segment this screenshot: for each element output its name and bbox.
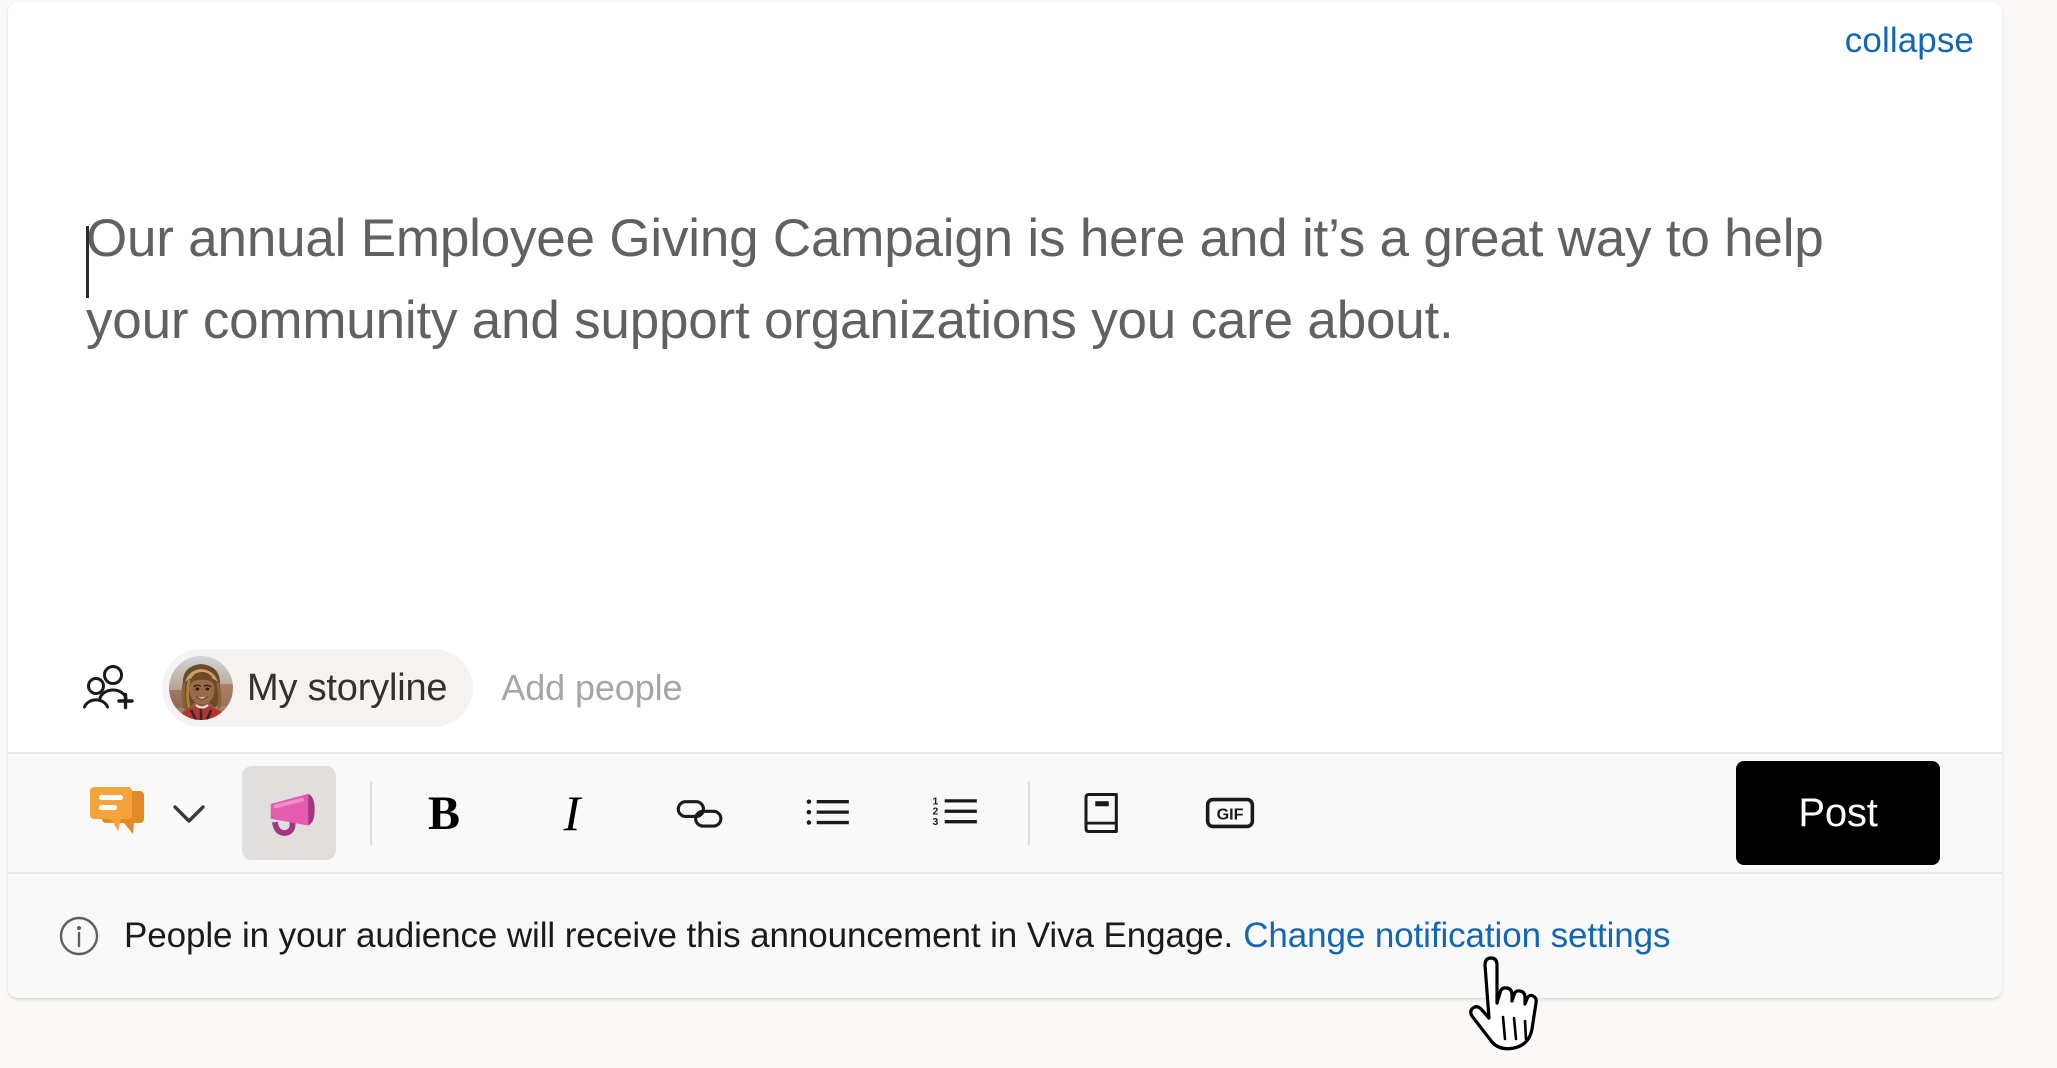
- notification-message-text: People in your audience will receive thi…: [124, 916, 1234, 955]
- message-text[interactable]: Our annual Employee Giving Campaign is h…: [86, 78, 1916, 362]
- italic-button[interactable]: I: [534, 775, 610, 851]
- composer-header: collapse: [8, 2, 2002, 78]
- toolbar-divider-2: [1028, 781, 1030, 845]
- toolbar-divider-1: [370, 781, 372, 845]
- change-notification-settings-link[interactable]: Change notification settings: [1243, 916, 1670, 955]
- text-caret: [86, 226, 89, 298]
- collapse-link[interactable]: collapse: [1845, 23, 1974, 58]
- notification-bar: People in your audience will receive thi…: [8, 872, 2002, 998]
- audience-chip-my-storyline[interactable]: My storyline: [162, 649, 474, 727]
- composer-toolbar: B I 1 2 3 GIF Post: [8, 752, 2002, 872]
- megaphone-icon: [270, 793, 315, 836]
- audience-row: My storyline Add people: [8, 624, 2002, 752]
- gif-label: GIF: [1217, 805, 1244, 823]
- discussion-bubble-icon[interactable]: [86, 780, 152, 846]
- numbered-list-icon[interactable]: 1 2 3: [918, 775, 994, 851]
- info-circle-icon: [58, 915, 100, 957]
- message-editor[interactable]: Our annual Employee Giving Campaign is h…: [8, 78, 2002, 624]
- svg-text:1: 1: [933, 796, 939, 807]
- avatar: [169, 656, 233, 720]
- post-button[interactable]: Post: [1736, 761, 1940, 865]
- bulleted-list-icon[interactable]: [790, 775, 866, 851]
- announcement-megaphone-button[interactable]: [242, 766, 336, 860]
- add-people-icon[interactable]: [80, 660, 136, 716]
- add-people-input[interactable]: Add people: [501, 667, 682, 709]
- announcement-composer-card: collapse Our annual Employee Giving Camp…: [8, 2, 2002, 998]
- praise-book-icon[interactable]: [1064, 775, 1140, 851]
- link-chain-icon[interactable]: [662, 775, 738, 851]
- audience-chip-label: My storyline: [247, 666, 448, 709]
- svg-text:2: 2: [933, 807, 939, 818]
- gif-button[interactable]: GIF: [1192, 775, 1268, 851]
- chevron-down-icon[interactable]: [158, 782, 220, 844]
- notification-message: People in your audience will receive thi…: [124, 916, 1670, 956]
- svg-text:3: 3: [933, 817, 939, 828]
- bold-button[interactable]: B: [406, 775, 482, 851]
